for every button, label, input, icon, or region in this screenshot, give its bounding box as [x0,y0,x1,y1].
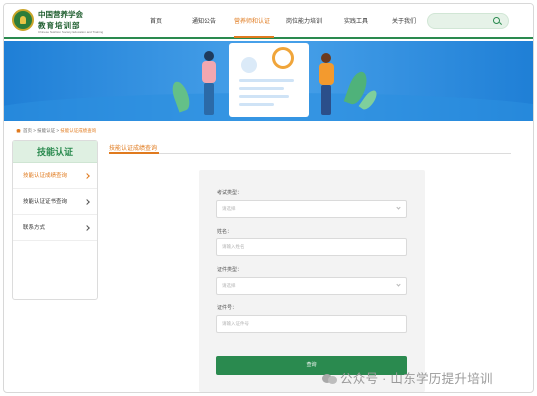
id-type-select[interactable]: 请选择 [216,277,407,295]
name-input[interactable]: 请输入姓名 [216,238,407,256]
id-number-placeholder: 请输入证件号 [222,321,249,326]
nav-active-indicator [234,36,274,38]
nav-certification[interactable]: 营养师和认证 [234,16,270,25]
figure-head [204,51,214,61]
breadcrumb-home[interactable]: 首页 [23,128,32,133]
magnifier-illustration [272,47,294,69]
exam-type-label: 考试类型： [217,190,243,196]
nav-home[interactable]: 首页 [150,16,162,25]
breadcrumb-current: 技能认证成绩查询 [60,128,97,133]
site-header: 中国营养学会 教育培训部 Chinese Nutrition Society E… [4,4,533,39]
society-logo[interactable] [12,9,34,31]
name-label: 姓名： [217,229,233,235]
chevron-right-icon [84,225,90,231]
chevron-down-icon [396,282,401,287]
sidebar-item-label: 技能认证证书查询 [23,199,68,205]
sidebar-item-contact[interactable]: 联系方式 [13,215,97,241]
org-subtitle: Chinese Nutrition Society Education and … [38,30,104,34]
man-illustration [316,53,336,117]
doc-line [239,103,274,106]
breadcrumb-section[interactable]: 技能认证 [37,128,55,133]
id-number-label: 证件号： [217,305,238,311]
doc-line [239,79,294,82]
id-type-placeholder: 请选择 [222,283,236,288]
exam-type-select[interactable]: 请选择 [216,200,407,218]
section-title: 技能认证成绩查询 [109,146,158,152]
sidebar-title: 技能认证 [13,141,97,163]
nav-training[interactable]: 岗位能力培训 [286,16,322,25]
search-icon[interactable] [493,17,500,24]
nav-tools[interactable]: 实践工具 [344,16,368,25]
wechat-icon [322,372,338,385]
query-form: 考试类型： 请选择 姓名： 请输入姓名 证件类型： 请选择 证件号： 请输入证件… [199,170,425,392]
chevron-right-icon [84,199,90,205]
hero-banner [4,41,533,121]
watermark-text: 公众号 · 山东学历提升培训 [340,372,493,386]
id-type-label: 证件类型： [217,267,243,273]
woman-illustration [200,51,218,117]
sidebar-item-label: 技能认证成绩查询 [23,173,68,179]
nav-about[interactable]: 关于我们 [392,16,416,25]
org-name-line1: 中国营养学会 [38,10,83,19]
name-placeholder: 请输入姓名 [222,244,245,249]
search-input[interactable] [427,13,509,29]
figure-head [321,53,331,63]
figure-legs [321,85,331,115]
page-frame: 中国营养学会 教育培训部 Chinese Nutrition Society E… [3,3,534,393]
sidebar-item-certificate-query[interactable]: 技能认证证书查询 [13,189,97,215]
figure-body [202,61,216,83]
figure-body [319,63,334,85]
sidebar-item-score-query[interactable]: 技能认证成绩查询 [13,163,97,189]
chevron-right-icon [84,173,90,179]
exam-type-placeholder: 请选择 [222,206,236,211]
watermark: 公众号 · 山东学历提升培训 [322,368,493,388]
doc-line [239,87,284,90]
sidebar: 技能认证 技能认证成绩查询 技能认证证书查询 联系方式 [12,140,98,300]
profile-icon [241,57,257,73]
home-icon [16,128,21,133]
doc-line [239,95,289,98]
breadcrumb: 首页 > 技能认证 > 技能认证成绩查询 [16,128,96,134]
chevron-down-icon [396,205,401,210]
sidebar-item-label: 联系方式 [23,225,46,231]
document-illustration [229,43,309,117]
section-divider [109,152,511,154]
id-number-input[interactable]: 请输入证件号 [216,315,407,333]
figure-legs [204,83,214,115]
nav-notices[interactable]: 通知公告 [192,16,216,25]
